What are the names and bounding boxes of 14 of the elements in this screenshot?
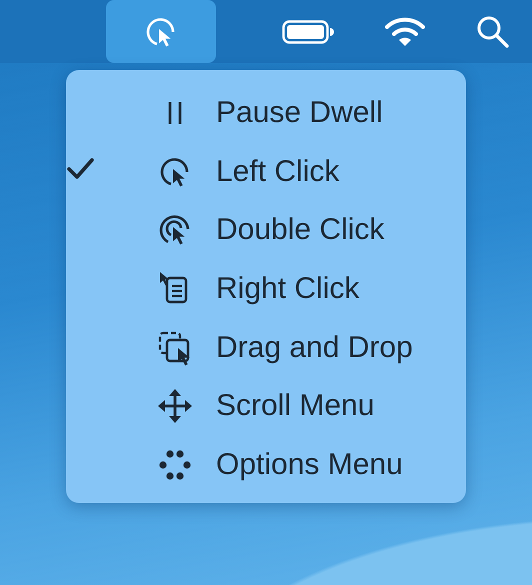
battery-icon [282,20,334,44]
double-click-icon [158,213,192,248]
menu-item[interactable]: Scroll Menu [66,376,466,436]
dwell-menu-bar-button[interactable] [106,0,216,63]
menu-item[interactable]: Drag and Drop [66,318,466,377]
menu-item[interactable]: Pause Dwell [66,84,466,143]
menu-item[interactable]: Left Click [66,142,466,202]
wifi-icon [384,16,426,48]
menu-item[interactable]: Right Click [66,260,466,318]
menu-item[interactable]: Options Menu [66,436,466,494]
search-icon [476,14,510,48]
menu-item[interactable]: Double Click [66,201,466,260]
move-arrows-icon [157,388,193,424]
dots-circle-icon [158,448,192,482]
